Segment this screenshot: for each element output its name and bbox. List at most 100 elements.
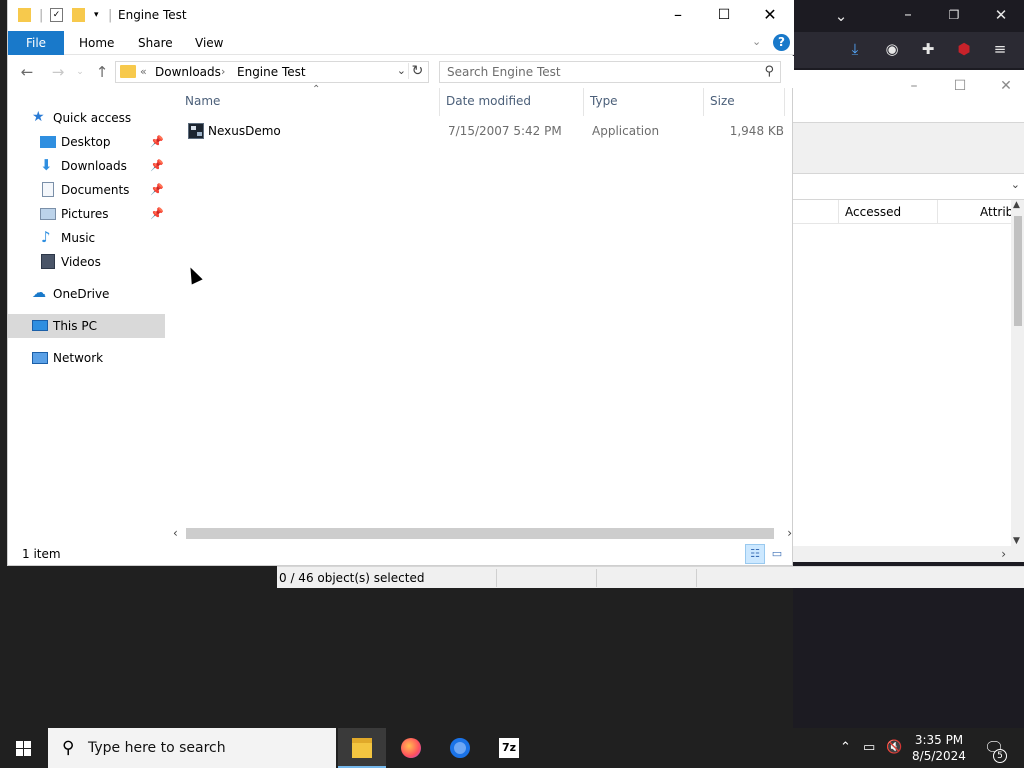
tab-view[interactable]: View [181,31,237,55]
new-folder-icon[interactable] [72,8,85,22]
clock-date: 8/5/2024 [912,749,966,763]
close-icon[interactable]: ✕ [991,7,1011,23]
taskbar-search-box[interactable]: ⚲ Type here to search [48,728,336,768]
minimize-icon[interactable]: – [902,78,926,94]
chevron-down-icon[interactable]: ⌄ [831,8,851,24]
scroll-thumb[interactable] [186,528,774,539]
breadcrumb-downloads[interactable]: Downloads [155,65,221,79]
zip-address-bar[interactable]: ⌄ [793,174,1024,200]
taskbar-search-placeholder: Type here to search [88,740,226,756]
taskbar-seven-zip[interactable]: 7z [485,728,533,768]
pin-icon[interactable]: 📌 [150,183,164,196]
back-arrow-icon[interactable]: ← [17,63,37,81]
nav-item-quick-access[interactable]: ★ Quick access [8,106,165,130]
cloud-icon: ☁ [32,285,46,301]
separator: | [108,8,113,23]
minimize-icon[interactable]: – [898,6,918,22]
pin-icon[interactable]: 📌 [150,207,164,220]
breadcrumb-overflow[interactable]: « [140,65,147,78]
taskbar-chromium[interactable] [436,728,484,768]
clock[interactable]: 3:35 PM 8/5/2024 [910,732,968,764]
browser-titlebar: ⌄ – ❐ ✕ [793,0,1024,32]
nav-item-onedrive[interactable]: ☁ OneDrive [8,282,165,306]
address-bar[interactable]: « Downloads › Engine Test ⌄ ↻ [115,61,429,83]
maximize-icon[interactable]: ☐ [948,78,972,94]
restore-icon[interactable]: ❐ [944,7,964,23]
download-icon[interactable]: ⤓ [845,41,865,57]
zip-vertical-scrollbar[interactable]: ▲ ▼ [1011,200,1024,546]
maximize-button[interactable]: ☐ [701,4,747,26]
extensions-icon[interactable]: ✚ [918,41,938,57]
chevron-left-icon[interactable]: ‹ [173,526,178,540]
folder-icon [120,65,136,78]
recent-locations-icon[interactable]: ⌄ [70,67,90,77]
chevron-right-icon[interactable]: › [221,65,225,78]
column-attrib[interactable]: Attrib [980,205,1013,219]
details-view-icon[interactable]: ☷ [745,544,765,564]
nav-item-documents[interactable]: Documents 📌 [8,178,165,202]
horizontal-scrollbar[interactable]: ‹ › [170,525,792,542]
large-icons-view-icon[interactable]: ▭ [767,544,787,564]
pictures-icon [40,208,56,220]
nav-label: Network [53,351,104,365]
network-icon[interactable]: ▭ [863,740,875,755]
nav-label: Videos [61,255,101,269]
computer-icon [32,320,48,331]
help-button[interactable]: ? [773,34,790,51]
nav-item-network[interactable]: Network [8,346,165,370]
close-icon[interactable]: ✕ [994,78,1018,94]
properties-icon[interactable]: ✓ [50,8,63,22]
nav-label: Documents [61,183,130,197]
nav-item-pictures[interactable]: Pictures 📌 [8,202,165,226]
chevron-up-icon[interactable]: ▲ [1013,200,1020,210]
file-type: Application [592,124,660,138]
table-row[interactable]: NexusDemo 7/15/2007 5:42 PM Application … [184,120,786,142]
column-accessed[interactable]: Accessed [845,205,901,219]
account-icon[interactable]: ◉ [882,41,902,57]
column-name[interactable]: Name [185,94,220,108]
chevron-down-icon[interactable]: ⌄ [1011,178,1020,191]
refresh-icon[interactable]: ↻ [408,63,426,79]
forward-arrow-icon[interactable]: → [48,63,68,81]
zip-horizontal-scrollbar[interactable]: › [793,546,1024,562]
search-icon: ⚲ [62,738,75,758]
nav-item-this-pc[interactable]: This PC [8,314,165,338]
taskbar-file-explorer[interactable] [338,728,386,768]
speaker-muted-icon[interactable]: 🔇 [886,740,902,755]
column-date-modified[interactable]: Date modified [446,94,531,108]
up-arrow-icon[interactable]: ↑ [92,63,112,81]
breadcrumb-engine-test[interactable]: Engine Test [237,65,306,79]
chevron-up-icon[interactable]: ⌃ [840,740,851,755]
nav-item-videos[interactable]: Videos [8,250,165,274]
close-button[interactable]: ✕ [747,4,793,26]
column-size[interactable]: Size [710,94,735,108]
zip-scroll-thumb[interactable] [1014,216,1022,326]
chevron-right-icon[interactable]: › [1001,547,1006,561]
menu-icon[interactable]: ≡ [990,41,1010,57]
nav-item-music[interactable]: ♪ Music [8,226,165,250]
nav-item-downloads[interactable]: ⬇ Downloads 📌 [8,154,165,178]
chevron-right-icon[interactable]: › [787,526,792,540]
tab-home[interactable]: Home [65,31,128,55]
search-icon[interactable]: ⚲ [764,64,774,79]
start-button[interactable] [0,728,48,768]
search-input[interactable]: Search Engine Test ⚲ [439,61,781,83]
expand-ribbon-icon[interactable]: ⌄ [752,35,761,48]
zip-toolbar [793,122,1024,174]
tab-share[interactable]: Share [124,31,187,55]
videos-icon [41,254,55,269]
ublock-icon[interactable]: ⬢ [954,41,974,57]
nav-label: Pictures [61,207,109,221]
minimize-button[interactable]: – [655,4,701,26]
chevron-down-icon[interactable]: ⌄ [397,64,406,77]
file-name[interactable]: NexusDemo [208,124,281,138]
pin-icon[interactable]: 📌 [150,159,164,172]
chevron-down-icon[interactable]: ▼ [1013,536,1020,546]
nav-item-desktop[interactable]: Desktop 📌 [8,130,165,154]
taskbar-firefox[interactable] [387,728,435,768]
column-type[interactable]: Type [590,94,618,108]
browser-toolbar: ⤓ ◉ ✚ ⬢ ≡ [793,32,1024,68]
customize-qat-icon[interactable]: ▾ [94,10,99,20]
pin-icon[interactable]: 📌 [150,135,164,148]
tab-file[interactable]: File [8,31,64,55]
